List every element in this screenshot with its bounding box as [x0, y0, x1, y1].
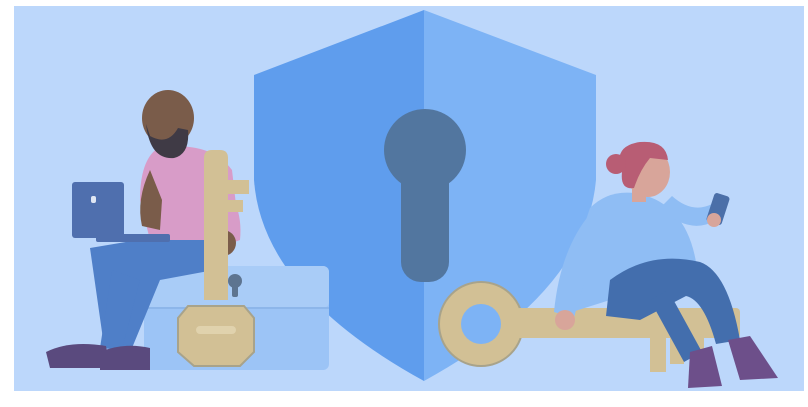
upright-key-shaft: [204, 150, 228, 300]
laptop-base: [96, 234, 170, 242]
security-illustration: [0, 0, 808, 407]
woman-hand: [555, 310, 575, 330]
laptop-screen: [72, 182, 124, 238]
woman-hair-bun: [606, 154, 626, 174]
illustration-canvas: [0, 0, 808, 407]
upright-key-bow: [177, 305, 255, 367]
man-shoe-right: [100, 345, 150, 370]
